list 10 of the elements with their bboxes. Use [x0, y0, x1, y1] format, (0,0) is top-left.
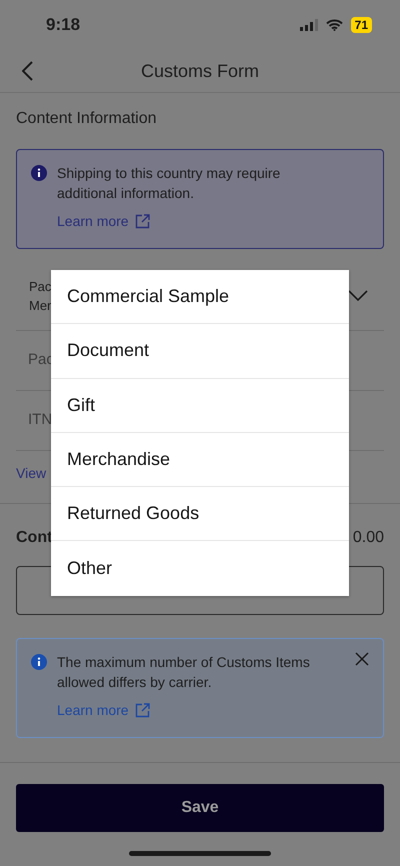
field-value: Mer [29, 296, 52, 314]
notice-text: The maximum number of Customs Items allowed differs by carrier. [57, 653, 311, 692]
section-title: Content Information [16, 109, 158, 129]
field-label: Pac [29, 278, 52, 296]
contents-label: Cont [16, 528, 52, 548]
notice-text: Shipping to this country may require additional information. [57, 164, 282, 203]
status-time: 9:18 [46, 14, 80, 36]
contents-total: 0.00 [352, 528, 384, 548]
battery-level: 71 [350, 17, 372, 33]
page-title: Customs Form [141, 60, 259, 82]
